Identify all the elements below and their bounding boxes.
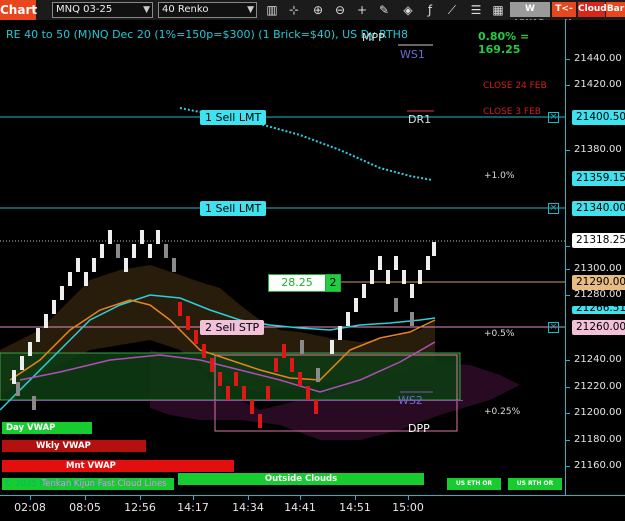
x-tick	[85, 496, 86, 500]
sell-limit-order-1[interactable]: 1 Sell LMT	[200, 110, 267, 125]
instrument-select[interactable]: MNQ 03-25 ▼	[52, 2, 153, 18]
close-order-1-icon[interactable]: ×	[548, 112, 559, 123]
wkly-vwap-bar: Wkly VWAP	[2, 440, 146, 452]
x-label: 14:17	[177, 501, 209, 514]
close-order-3-icon[interactable]: ×	[548, 322, 559, 333]
legend-text: Tenkan Kijun Fast Cloud Lines	[41, 479, 167, 489]
w-vwap-button[interactable]: W VWAP	[510, 2, 550, 29]
y-tick	[566, 360, 570, 361]
bars-icon[interactable]: ▥	[262, 1, 282, 19]
price-tag-266: 21266.51	[572, 306, 625, 314]
chart-tab[interactable]: Chart	[0, 0, 37, 20]
x-label: 14:51	[339, 501, 371, 514]
toolbar: Chart MNQ 03-25 ▼ 40 Renko ▼ ▥ ⊹ ⊕ ⊖ + ✎…	[0, 0, 625, 29]
zoom-out-icon[interactable]: ⊖	[330, 1, 350, 19]
percent-readout: 0.80% = 169.25	[478, 30, 530, 56]
x-tick	[300, 496, 301, 500]
indicator-icon[interactable]: ƒ	[420, 1, 440, 19]
x-label: 12:56	[124, 501, 156, 514]
mnt-vwap-bar: Mnt VWAP	[2, 460, 234, 472]
bar-button[interactable]: Bar	[606, 2, 625, 17]
plus-025-label: +0.25%	[484, 407, 521, 417]
mpp-label: MPP	[362, 31, 385, 44]
y-tick	[566, 413, 570, 414]
y-label: 21420.00	[574, 79, 622, 90]
day-vwap-bar: Day VWAP	[2, 422, 92, 434]
x-tick	[355, 496, 356, 500]
plus-icon[interactable]: +	[352, 1, 372, 19]
crosshair-icon[interactable]: ⊹	[284, 1, 304, 19]
chevron-down-icon: ▼	[247, 5, 254, 15]
y-label: 21160.00	[574, 460, 622, 471]
x-tick	[193, 496, 194, 500]
x-tick	[408, 496, 409, 500]
y-tick	[566, 440, 570, 441]
x-tick	[248, 496, 249, 500]
chart-title: RE 40 to 50 (M)NQ Dec 20 (1%=150p=$300) …	[6, 28, 408, 41]
x-tick	[30, 496, 31, 500]
strategy-icon[interactable]: ⟋	[442, 1, 462, 19]
us-eth-or-bar: US ETH OR	[447, 478, 501, 490]
y-label: 21440.00	[574, 53, 622, 64]
price-tag-stop: 21260.00	[572, 320, 625, 335]
y-label: 21380.00	[574, 144, 622, 155]
last-price-tag: 21318.25	[572, 233, 625, 248]
y-label: 21220.00	[574, 381, 622, 392]
plus-05-label: +0.5%	[484, 329, 515, 339]
y-label: 21200.00	[574, 407, 622, 418]
ws1-label: WS1	[400, 48, 425, 61]
y-tick	[566, 150, 570, 151]
y-tick	[566, 295, 570, 296]
purple-line	[8, 400, 463, 401]
y-tick	[566, 85, 570, 86]
tag-icon[interactable]: ◈	[398, 1, 418, 19]
price-axis[interactable]: 21440.00 21420.00 21380.00 21320.00 2130…	[565, 20, 625, 495]
ws2-label: WS2	[398, 394, 423, 407]
close-order-2-icon[interactable]: ×	[548, 203, 559, 214]
y-label: 21240.00	[574, 354, 622, 365]
price-tag-359: 21359.15	[572, 171, 625, 186]
x-label: 08:05	[69, 501, 101, 514]
pnl-qty[interactable]: 2	[325, 274, 341, 292]
sell-stop-order[interactable]: 2 Sell STP	[200, 320, 265, 335]
close-24-feb-label: CLOSE 24 FEB	[483, 81, 547, 91]
x-label: 14:41	[284, 501, 316, 514]
bar-type-value: 40 Renko	[162, 4, 209, 15]
x-tick	[140, 496, 141, 500]
list-icon[interactable]: ☰	[466, 1, 486, 19]
y-label: 21280.00	[574, 289, 622, 300]
plus-1-label: +1.0%	[484, 171, 515, 181]
price-tag-order-2: 21340.00	[572, 201, 625, 216]
time-axis[interactable]: 02:08 08:05 12:56 14:17 14:34 14:41 14:5…	[0, 495, 625, 521]
grid-icon[interactable]: ▦	[488, 1, 508, 19]
price-tag-290: 21290.00	[572, 275, 625, 290]
y-label: 21300.00	[574, 263, 622, 274]
chevron-down-icon: ▼	[143, 5, 150, 15]
pencil-icon[interactable]: ✎	[374, 1, 394, 19]
chart-plot-area[interactable]: RE 40 to 50 (M)NQ Dec 20 (1%=150p=$300) …	[0, 20, 565, 495]
zoom-icon[interactable]: ⊕	[308, 1, 328, 19]
y-tick	[566, 269, 570, 270]
outside-clouds-bar: Outside Clouds	[178, 473, 424, 485]
y-tick	[566, 466, 570, 467]
price-tag-order-1: 21400.50	[572, 110, 625, 125]
x-label: 02:08	[14, 501, 46, 514]
y-tick	[566, 387, 570, 388]
footer-bar-left: © 2025 NinjaTrader, LLC Tenkan Kijun Fas…	[2, 478, 174, 490]
close-3-feb-label: CLOSE 3 FEB	[483, 107, 541, 117]
us-rth-or-bar: US RTH OR	[508, 478, 562, 490]
instrument-value: MNQ 03-25	[56, 4, 113, 15]
y-tick	[566, 59, 570, 60]
t-k-button[interactable]: T<->K	[552, 2, 576, 29]
y-tick	[566, 246, 570, 247]
pnl-value[interactable]: 28.25	[268, 274, 326, 292]
y-label: 21180.00	[574, 434, 622, 445]
x-label: 15:00	[392, 501, 424, 514]
sell-limit-order-2[interactable]: 1 Sell LMT	[200, 201, 267, 216]
dr1-label: DR1	[408, 113, 432, 126]
dpp-label: DPP	[408, 422, 430, 435]
bar-type-select[interactable]: 40 Renko ▼	[158, 2, 257, 18]
x-label: 14:34	[232, 501, 264, 514]
cloud-button[interactable]: Cloud	[578, 2, 607, 17]
